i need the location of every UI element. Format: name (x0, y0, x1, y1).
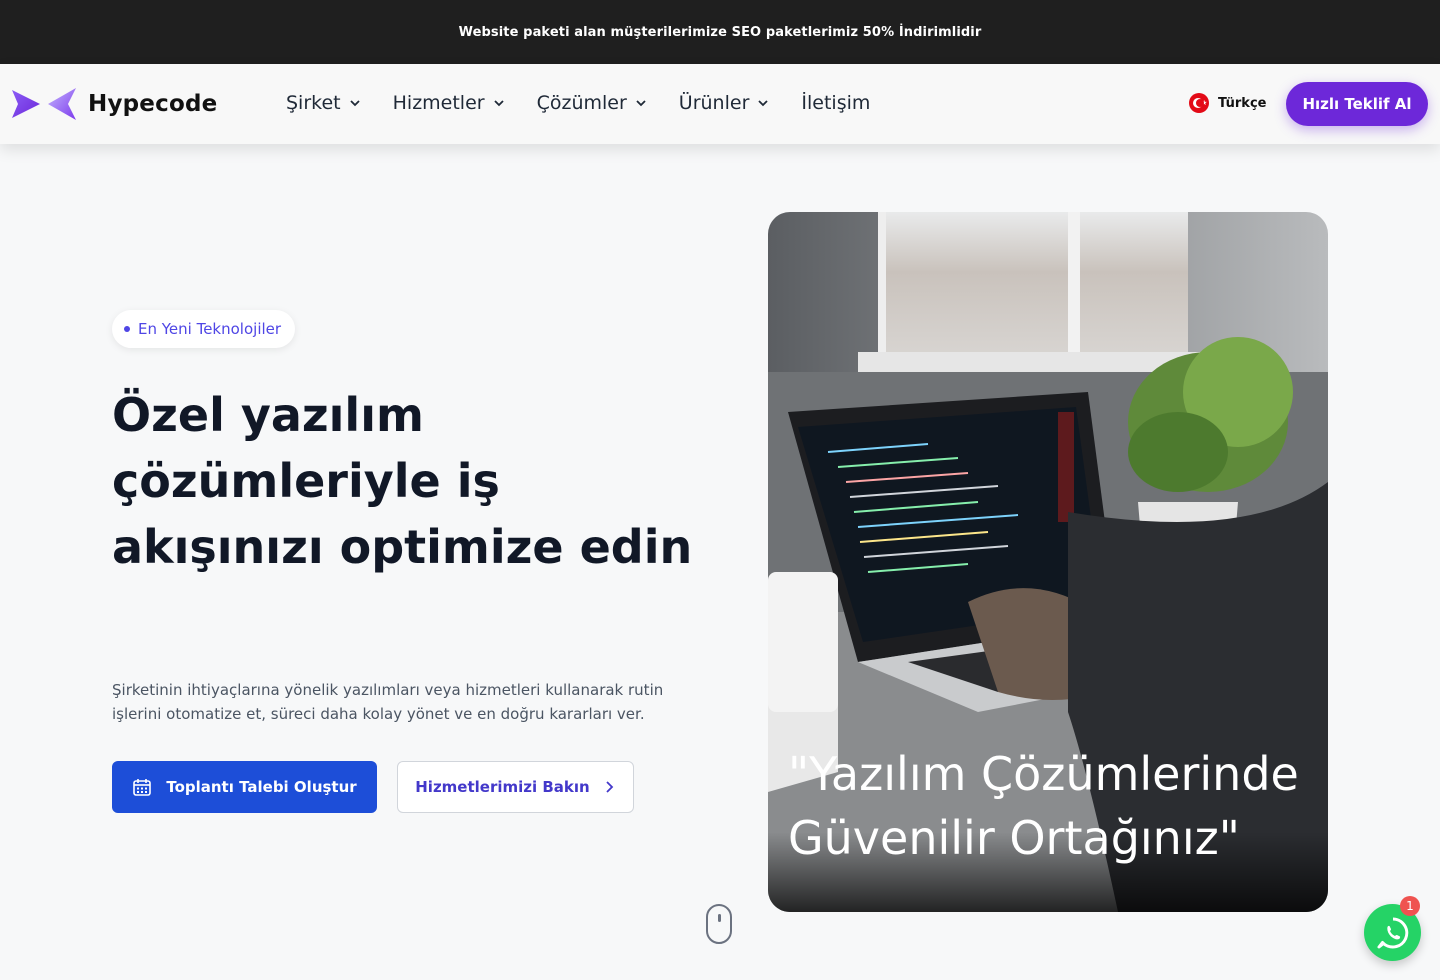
turkey-flag-icon: ★ (1189, 93, 1209, 113)
primary-button-label: Toplantı Talebi Oluştur (166, 778, 357, 796)
promo-banner: Website paketi alan müşterilerimize SEO … (0, 0, 1440, 64)
chevron-down-icon (636, 100, 646, 107)
chevron-down-icon (349, 100, 360, 107)
hero-quote: "Yazılım Çözümlerinde Güvenilir Ortağını… (788, 747, 1299, 865)
promo-text: Website paketi alan müşterilerimize SEO … (458, 24, 982, 40)
main-menu: Şirket Hizmetler Çözümler Ürünler İletiş… (286, 92, 902, 114)
whatsapp-icon (1377, 917, 1408, 948)
menu-label: Ürünler (678, 92, 750, 114)
brand-name: Hypecode (88, 91, 218, 117)
chevron-down-icon (758, 100, 769, 107)
menu-item-iletisim[interactable]: İletişim (801, 92, 870, 114)
tech-badge: En Yeni Teknolojiler (112, 310, 296, 348)
mouse-scroll-icon[interactable] (706, 904, 732, 944)
services-button[interactable]: Hizmetlerimizi Bakın (397, 761, 634, 813)
quick-quote-button[interactable]: Hızlı Teklif Al (1286, 82, 1428, 126)
menu-item-hizmetler[interactable]: Hizmetler (393, 92, 505, 114)
menu-label: Şirket (286, 92, 341, 114)
notification-badge: 1 (1400, 896, 1420, 916)
chevron-down-icon (493, 100, 504, 107)
menu-label: İletişim (801, 92, 871, 114)
menu-item-sirket[interactable]: Şirket (286, 92, 361, 114)
menu-label: Çözümler (536, 92, 627, 114)
hero-title: Özel yazılım çözümleriyle iş akışınızı o… (112, 388, 693, 574)
logo-icon (12, 88, 76, 120)
secondary-button-label: Hizmetlerimizi Bakın (415, 778, 590, 796)
menu-item-cozumler[interactable]: Çözümler (537, 92, 647, 114)
hero-description: Şirketinin ihtiyaçlarına yönelik yazılım… (112, 681, 664, 723)
badge-label: En Yeni Teknolojiler (138, 320, 282, 338)
language-selector[interactable]: ★ Türkçe (1189, 93, 1266, 113)
chevron-right-icon (606, 781, 614, 793)
badge-dot (124, 326, 130, 332)
language-label: Türkçe (1218, 95, 1267, 111)
meeting-request-button[interactable]: Toplantı Talebi Oluştur (112, 761, 377, 813)
calendar-icon (133, 779, 152, 796)
menu-label: Hizmetler (392, 92, 485, 114)
brand-logo[interactable]: Hypecode (10, 86, 217, 122)
menu-item-urunler[interactable]: Ürünler (679, 92, 770, 114)
